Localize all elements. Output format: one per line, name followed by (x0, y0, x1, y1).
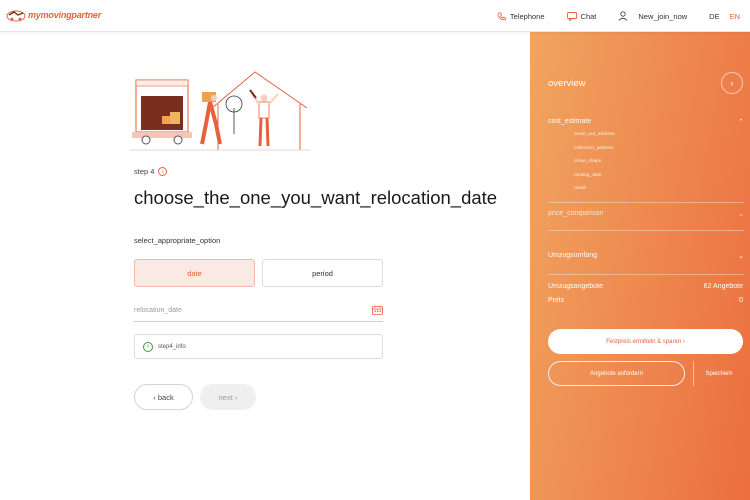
back-button[interactable]: ‹ back (134, 384, 193, 410)
logo[interactable]: mymovingpartner (6, 8, 101, 22)
step-info-box: ‹ step4_info (134, 334, 383, 359)
step-indicator: step 4 i (134, 167, 168, 176)
telephone-label: Telephone (509, 11, 545, 21)
umzugsangebote-value: 62 Angebote (703, 283, 743, 290)
info-icon[interactable]: i (158, 167, 168, 176)
divider (548, 274, 744, 275)
chat-icon (566, 11, 577, 21)
sub-item-result[interactable]: result (574, 186, 586, 191)
umzugsumfang-label: Umzugsumfang (548, 252, 598, 259)
festpreis-button[interactable]: Festpreis ermitteln & sparen › (548, 329, 743, 354)
cost-estimate-section[interactable]: cost_estimate ⌃ (548, 118, 744, 126)
phone-icon (497, 11, 506, 20)
lang-de[interactable]: DE (709, 12, 719, 21)
button-separator (693, 361, 694, 386)
speichern-button[interactable]: Speichern (698, 361, 740, 386)
divider (548, 230, 744, 231)
cost-estimate-label: cost_estimate (548, 118, 592, 125)
preis-row: Preis 0 (548, 297, 743, 304)
page-subtitle: select_appropriate_option (134, 236, 221, 245)
sub-item-moving-date[interactable]: moving_date (574, 173, 601, 178)
chat-link[interactable]: Chat (566, 11, 597, 21)
logo-text: mymovingpartner (28, 10, 102, 20)
step-label: step 4 (134, 167, 155, 176)
overview-arrow-button[interactable]: › (721, 72, 743, 94)
arrow-left-circle-icon: ‹ (143, 341, 153, 352)
chevron-down-icon: ⌄ (738, 253, 744, 260)
sub-item-collection-address[interactable]: collection_address (574, 146, 614, 151)
preis-label: Preis (548, 297, 564, 304)
relocation-date-placeholder: relocation_date (134, 306, 182, 314)
sub-item-move-shape[interactable]: move_shape (574, 159, 601, 164)
lang-en[interactable]: EN (730, 12, 740, 21)
relocation-date-field[interactable]: relocation_date (134, 299, 383, 322)
angebote-anfordern-button[interactable]: Angebote anfordern (548, 361, 685, 386)
telephone-link[interactable]: Telephone (497, 12, 545, 21)
join-link[interactable]: New_join_now (618, 11, 687, 21)
overview-title: overview (548, 78, 586, 89)
price-comparison-label: price_comparison (548, 210, 604, 217)
calendar-icon[interactable] (372, 305, 383, 315)
join-label: New_join_now (638, 11, 688, 21)
top-header: mymovingpartner Telephone Chat New_join_… (0, 0, 750, 32)
chevron-right-icon: › (730, 78, 734, 88)
preis-value: 0 (739, 297, 743, 304)
step-info-text: step4_info (158, 343, 186, 350)
logo-truck-icon (6, 8, 26, 22)
option-period-button[interactable]: period (262, 259, 383, 287)
sub-item-move-out-address[interactable]: move_out_address (574, 132, 615, 137)
chevron-down-icon: ⌄ (738, 211, 744, 218)
user-icon (619, 11, 628, 21)
moving-illustration (130, 68, 310, 152)
chevron-up-icon: ⌃ (738, 119, 744, 126)
umzugsangebote-row: Umzugsangebote 62 Angebote (548, 283, 743, 290)
chat-label: Chat (580, 11, 597, 21)
umzugsangebote-label: Umzugsangebote (548, 283, 603, 290)
umzugsumfang-section[interactable]: Umzugsumfang ⌄ (548, 252, 744, 260)
header-nav: Telephone Chat New_join_now DE EN (497, 0, 750, 32)
next-button[interactable]: next › (200, 384, 256, 410)
price-comparison-section[interactable]: price_comparison ⌄ (548, 210, 744, 218)
page-title: choose_the_one_you_want_relocation_date (134, 187, 498, 208)
overview-panel: overview › cost_estimate ⌃ move_out_addr… (530, 32, 750, 500)
divider (548, 202, 744, 203)
option-date-button[interactable]: date (134, 259, 255, 287)
